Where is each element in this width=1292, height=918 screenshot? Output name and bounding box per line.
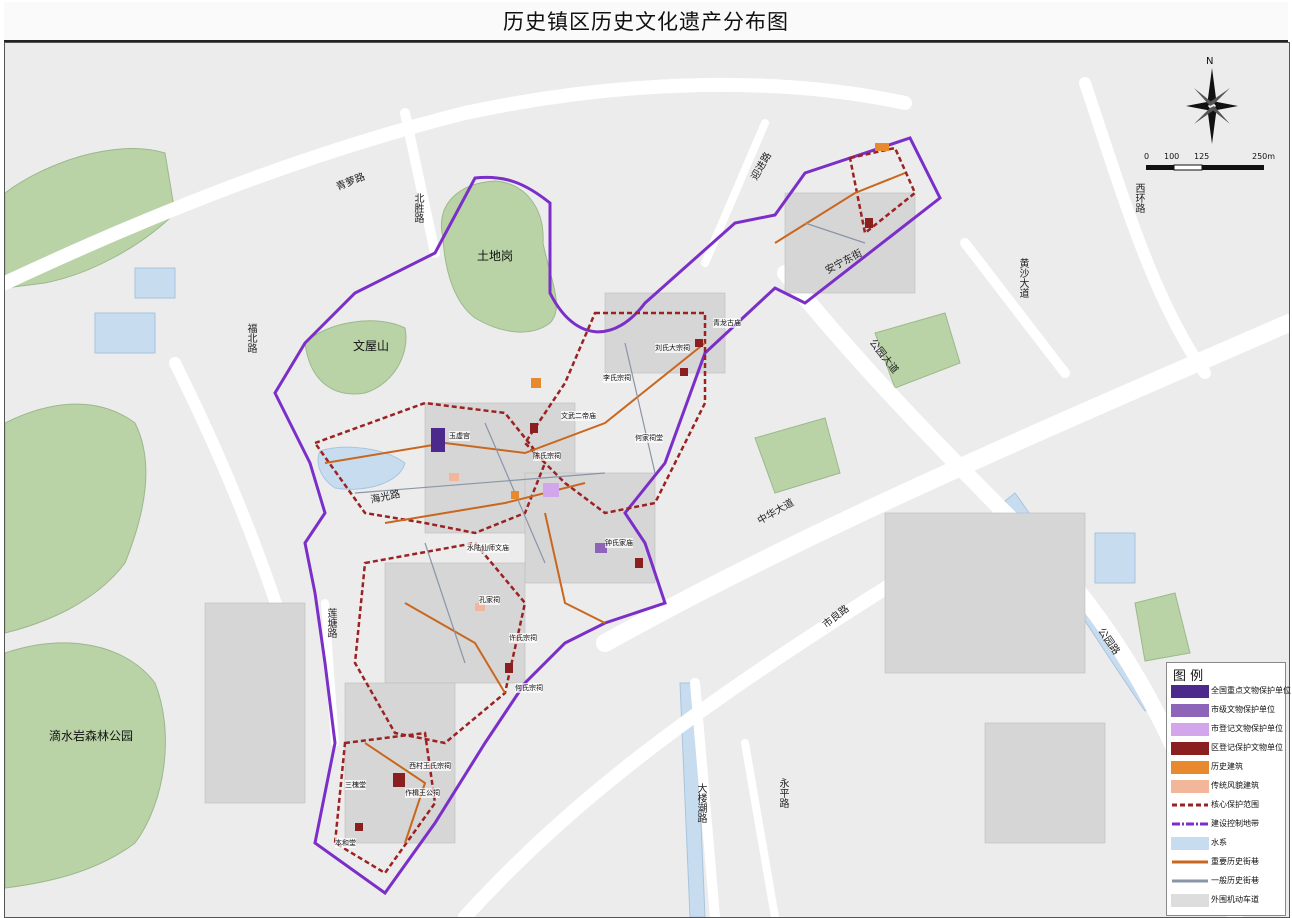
legend-label: 重要历史街巷 bbox=[1211, 857, 1259, 866]
site-label-benhe[interactable]: 本和堂 bbox=[335, 838, 356, 848]
legend-label: 核心保护范围 bbox=[1211, 800, 1259, 809]
legend-label: 一般历史街巷 bbox=[1211, 876, 1259, 885]
legend-label: 水系 bbox=[1211, 838, 1227, 847]
legend-item-municipal-registered: 市登记文物保护单位 bbox=[1169, 721, 1285, 739]
legend: 图 例 全国重点文物保护单位 市级文物保护单位 市登记文物保护单位 区登记保护文… bbox=[1166, 662, 1291, 916]
legend-item-district: 区登记保护文物单位 bbox=[1169, 740, 1285, 758]
road-label-beisheng: 北胜路 bbox=[412, 193, 423, 223]
site-label-shuilu[interactable]: 水陆仙师文庙 bbox=[467, 543, 509, 553]
map-canvas[interactable]: 土地岗 文屋山 滴水岩森林公园 青萝路 北胜路 福北路 莲塘路 迎进路 黄沙大道… bbox=[4, 42, 1290, 918]
site-district-7 bbox=[635, 558, 643, 568]
site-district-4 bbox=[865, 218, 873, 228]
site-district-6 bbox=[505, 663, 513, 673]
legend-swatch bbox=[1171, 894, 1209, 907]
scale-tick-250: 250m bbox=[1252, 152, 1276, 161]
site-label-chen[interactable]: 陈氏宗祠 bbox=[533, 451, 561, 461]
site-district-5 bbox=[393, 773, 405, 787]
site-historic-1 bbox=[531, 378, 541, 388]
legend-swatch bbox=[1171, 685, 1209, 698]
site-label-yuxugong[interactable]: 玉虚宫 bbox=[449, 431, 470, 441]
site-label-he[interactable]: 何氏宗祠 bbox=[515, 683, 543, 693]
map-svg bbox=[5, 43, 1289, 917]
legend-item-major-street: 重要历史街巷 bbox=[1169, 854, 1285, 872]
legend-swatch-line bbox=[1172, 860, 1208, 864]
legend-swatch-dashed bbox=[1172, 803, 1208, 807]
road-label-fubei: 福北路 bbox=[245, 323, 256, 353]
title-bar: 历史镇区历史文化遗产分布图 bbox=[4, 2, 1288, 42]
site-label-wenwu[interactable]: 文武二帝庙 bbox=[561, 411, 596, 421]
legend-label: 外围机动车道 bbox=[1211, 895, 1259, 904]
map-figure: 历史镇区历史文化遗产分布图 土地岗 文屋山 滴水岩森林公园 青萝路 北胜路 福北… bbox=[0, 0, 1292, 918]
legend-swatch bbox=[1171, 761, 1209, 774]
site-district-2 bbox=[695, 339, 703, 347]
legend-item-minor-street: 一般历史街巷 bbox=[1169, 873, 1285, 891]
legend-item-road: 外围机动车道 bbox=[1169, 892, 1285, 910]
label-dishuiyan-park: 滴水岩森林公园 bbox=[49, 729, 134, 743]
site-district-3 bbox=[680, 368, 688, 376]
site-municipal-reg-1 bbox=[543, 483, 559, 497]
legend-label: 市登记文物保护单位 bbox=[1211, 724, 1283, 733]
site-district-8 bbox=[355, 823, 363, 831]
site-label-qinglong[interactable]: 青龙古庙 bbox=[713, 318, 741, 328]
legend-swatch bbox=[1171, 723, 1209, 736]
legend-item-core-boundary: 核心保护范围 bbox=[1169, 797, 1285, 815]
compass-rose-icon bbox=[1186, 68, 1238, 144]
pond-2 bbox=[94, 312, 156, 354]
label-tudigang: 土地岗 bbox=[477, 249, 514, 263]
legend-label: 区登记保护文物单位 bbox=[1211, 743, 1283, 752]
map-title: 历史镇区历史文化遗产分布图 bbox=[503, 10, 789, 34]
site-label-xicun[interactable]: 西村王氏宗祠 bbox=[409, 761, 451, 771]
scale-tick-0: 0 bbox=[1144, 152, 1150, 161]
legend-label: 全国重点文物保护单位 bbox=[1211, 686, 1291, 695]
legend-swatch-line bbox=[1172, 879, 1208, 883]
scale-bar-graphic bbox=[1146, 164, 1264, 171]
site-label-li[interactable]: 李氏宗祠 bbox=[603, 373, 631, 383]
legend-swatch bbox=[1171, 704, 1209, 717]
site-label-kong[interactable]: 孔家祠 bbox=[479, 595, 500, 605]
label-wenwushan: 文屋山 bbox=[353, 339, 390, 353]
legend-item-control-boundary: 建设控制地带 bbox=[1169, 816, 1285, 834]
legend-item-national: 全国重点文物保护单位 bbox=[1169, 683, 1291, 701]
road-label-huangsha: 黄沙大道 bbox=[1017, 258, 1028, 298]
road-label-dalou: 大楼潮路 bbox=[695, 783, 706, 823]
legend-item-historic-building: 历史建筑 bbox=[1169, 759, 1285, 777]
pond-3 bbox=[1094, 532, 1136, 584]
site-label-liu[interactable]: 刘氏大宗祠 bbox=[655, 343, 690, 353]
legend-swatch bbox=[1171, 742, 1209, 755]
road-label-yongping: 永平路 bbox=[777, 778, 788, 808]
legend-swatch-dashdot bbox=[1172, 822, 1208, 826]
legend-swatch bbox=[1171, 780, 1209, 793]
site-label-zuoji[interactable]: 作楫王公祠 bbox=[405, 788, 440, 798]
legend-item-water: 水系 bbox=[1169, 835, 1285, 853]
site-historic-2 bbox=[875, 143, 889, 151]
legend-item-traditional-building: 传统风貌建筑 bbox=[1169, 778, 1285, 796]
road-label-xihuan: 西环路 bbox=[1133, 183, 1144, 213]
legend-label: 历史建筑 bbox=[1211, 762, 1243, 771]
legend-label: 建设控制地带 bbox=[1211, 819, 1259, 828]
site-district-1 bbox=[530, 423, 538, 433]
site-label-hejia[interactable]: 何家祠堂 bbox=[635, 433, 663, 443]
road-label-liantang: 莲塘路 bbox=[325, 608, 336, 638]
legend-title: 图 例 bbox=[1173, 669, 1204, 684]
scale-bar: 0 100 125 250m bbox=[1144, 152, 1276, 172]
site-label-zhong[interactable]: 钟氏家庙 bbox=[605, 538, 633, 548]
site-traditional-2 bbox=[449, 473, 459, 481]
legend-label: 市级文物保护单位 bbox=[1211, 705, 1275, 714]
site-historic-3 bbox=[511, 491, 519, 499]
legend-label: 传统风貌建筑 bbox=[1211, 781, 1259, 790]
site-label-xu[interactable]: 许氏宗祠 bbox=[509, 633, 537, 643]
north-arrow: N bbox=[1184, 56, 1240, 146]
legend-swatch bbox=[1171, 837, 1209, 850]
site-label-sanhuai[interactable]: 三槐堂 bbox=[345, 780, 366, 790]
legend-item-municipal: 市级文物保护单位 bbox=[1169, 702, 1285, 720]
scale-tick-100: 100 bbox=[1164, 152, 1180, 161]
site-national bbox=[431, 428, 445, 452]
scale-tick-125: 125 bbox=[1194, 152, 1210, 161]
pond-1 bbox=[134, 267, 176, 299]
